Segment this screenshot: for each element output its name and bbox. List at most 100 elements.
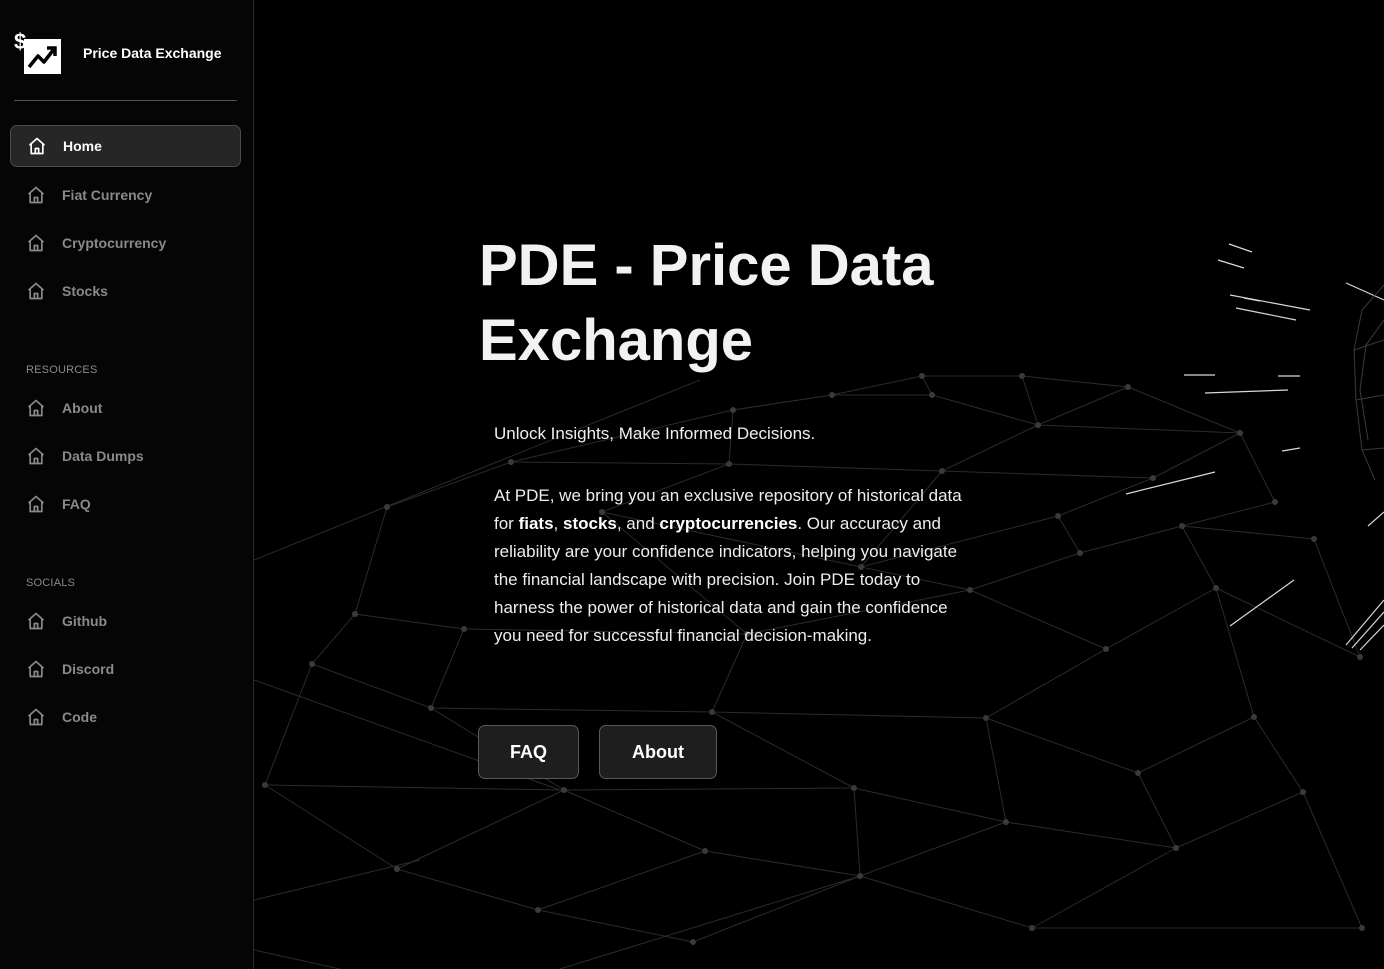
mesh-node <box>535 907 541 913</box>
mesh-line <box>430 628 465 709</box>
sidebar-item-fiat-currency[interactable]: Fiat Currency <box>10 174 241 216</box>
mesh-line <box>1021 375 1129 388</box>
sidebar-item-label: Github <box>62 613 108 629</box>
mesh-node <box>461 626 467 632</box>
mesh-line <box>1152 432 1241 479</box>
mesh-line <box>510 461 730 465</box>
mesh-line <box>1215 587 1361 658</box>
mesh-line <box>1215 587 1255 718</box>
mesh-line <box>264 784 565 791</box>
sidebar-item-label: FAQ <box>62 496 91 512</box>
mesh-node <box>394 866 400 872</box>
mesh-node <box>1150 475 1156 481</box>
sidebar-item-discord[interactable]: Discord <box>10 648 241 690</box>
mesh-line <box>1079 525 1183 554</box>
mesh-line <box>692 875 861 943</box>
mesh-node <box>428 705 434 711</box>
home-icon <box>27 660 45 678</box>
app-root: $ Price Data Exchange Home Fiat Currency… <box>0 0 1384 969</box>
mesh-line <box>1127 386 1241 434</box>
mesh-node <box>1055 513 1061 519</box>
description-separator: , and <box>616 514 660 533</box>
mesh-line <box>853 787 861 877</box>
mesh-node <box>857 873 863 879</box>
sidebar-item-label: Home <box>63 138 102 154</box>
description-separator: , <box>553 514 563 533</box>
sidebar-item-code[interactable]: Code <box>10 696 241 738</box>
description-bold-stocks: stocks <box>562 514 617 533</box>
mesh-line <box>1181 501 1276 527</box>
mesh-line <box>859 821 1007 877</box>
mesh-line <box>859 875 1033 929</box>
mesh-line <box>254 949 341 969</box>
sidebar-item-stocks[interactable]: Stocks <box>10 270 241 312</box>
section-label-resources: RESOURCES <box>26 364 98 376</box>
mesh-line <box>311 613 356 665</box>
mesh-line <box>941 424 1039 472</box>
mesh-line <box>1021 375 1039 426</box>
mesh-node <box>1003 819 1009 825</box>
home-icon <box>27 447 45 465</box>
mesh-node <box>352 611 358 617</box>
mesh-line <box>1181 525 1315 540</box>
mesh-line <box>931 394 1039 426</box>
mesh-node <box>1359 925 1365 931</box>
mesh-line <box>941 470 1154 479</box>
page-title: PDE - Price Data Exchange <box>479 233 934 373</box>
mesh-line <box>559 875 861 969</box>
sidebar-item-cryptocurrency[interactable]: Cryptocurrency <box>10 222 241 264</box>
mesh-line <box>537 909 694 943</box>
brand-name: Price Data Exchange <box>83 45 222 61</box>
mesh-node <box>1077 550 1083 556</box>
brand[interactable]: $ <box>14 28 62 76</box>
faq-button[interactable]: FAQ <box>478 725 579 779</box>
mesh-node <box>1357 654 1363 660</box>
mesh-node <box>967 587 973 593</box>
mesh-node <box>730 407 736 413</box>
sidebar-item-label: About <box>62 400 103 416</box>
mesh-line <box>264 784 398 870</box>
mesh-line <box>853 787 1007 823</box>
mesh-node <box>1272 499 1278 505</box>
sidebar-item-faq[interactable]: FAQ <box>10 483 241 525</box>
sidebar-item-about[interactable]: About <box>10 387 241 429</box>
mesh-line <box>1175 791 1304 849</box>
mesh-line <box>386 461 512 508</box>
mesh-line <box>1105 587 1217 650</box>
mesh-node <box>1311 536 1317 542</box>
mesh-line <box>969 589 1107 650</box>
mesh-node <box>829 392 835 398</box>
mesh-node <box>384 504 390 510</box>
mesh-node <box>1103 646 1109 652</box>
mesh-line <box>985 717 1139 774</box>
mesh-node <box>939 468 945 474</box>
home-icon <box>27 186 45 204</box>
mesh-line <box>430 707 713 713</box>
mesh-line <box>1057 515 1081 554</box>
mesh-line <box>1137 716 1255 774</box>
mesh-line <box>396 789 565 870</box>
mesh-node <box>1135 770 1141 776</box>
mesh-node <box>929 392 935 398</box>
mesh-line <box>1181 525 1217 589</box>
svg-text:$: $ <box>14 29 26 54</box>
mesh-line <box>1239 432 1276 503</box>
sidebar-item-github[interactable]: Github <box>10 600 241 642</box>
mesh-node <box>726 461 732 467</box>
sidebar-item-data-dumps[interactable]: Data Dumps <box>10 435 241 477</box>
mesh-node <box>262 782 268 788</box>
tagline: Unlock Insights, Make Informed Decisions… <box>494 424 816 443</box>
mesh-node <box>561 787 567 793</box>
mesh-line <box>831 375 923 396</box>
mesh-line <box>1253 716 1304 793</box>
description: At PDE, we bring you an exclusive reposi… <box>494 482 962 650</box>
mesh-node <box>1125 384 1131 390</box>
sidebar-item-home[interactable]: Home <box>10 125 241 167</box>
mesh-line <box>264 663 313 786</box>
mesh-node <box>1019 373 1025 379</box>
home-icon <box>27 612 45 630</box>
sidebar-item-label: Data Dumps <box>62 448 144 464</box>
mesh-node <box>1035 422 1041 428</box>
about-button[interactable]: About <box>599 725 717 779</box>
section-label-socials: SOCIALS <box>26 577 76 589</box>
